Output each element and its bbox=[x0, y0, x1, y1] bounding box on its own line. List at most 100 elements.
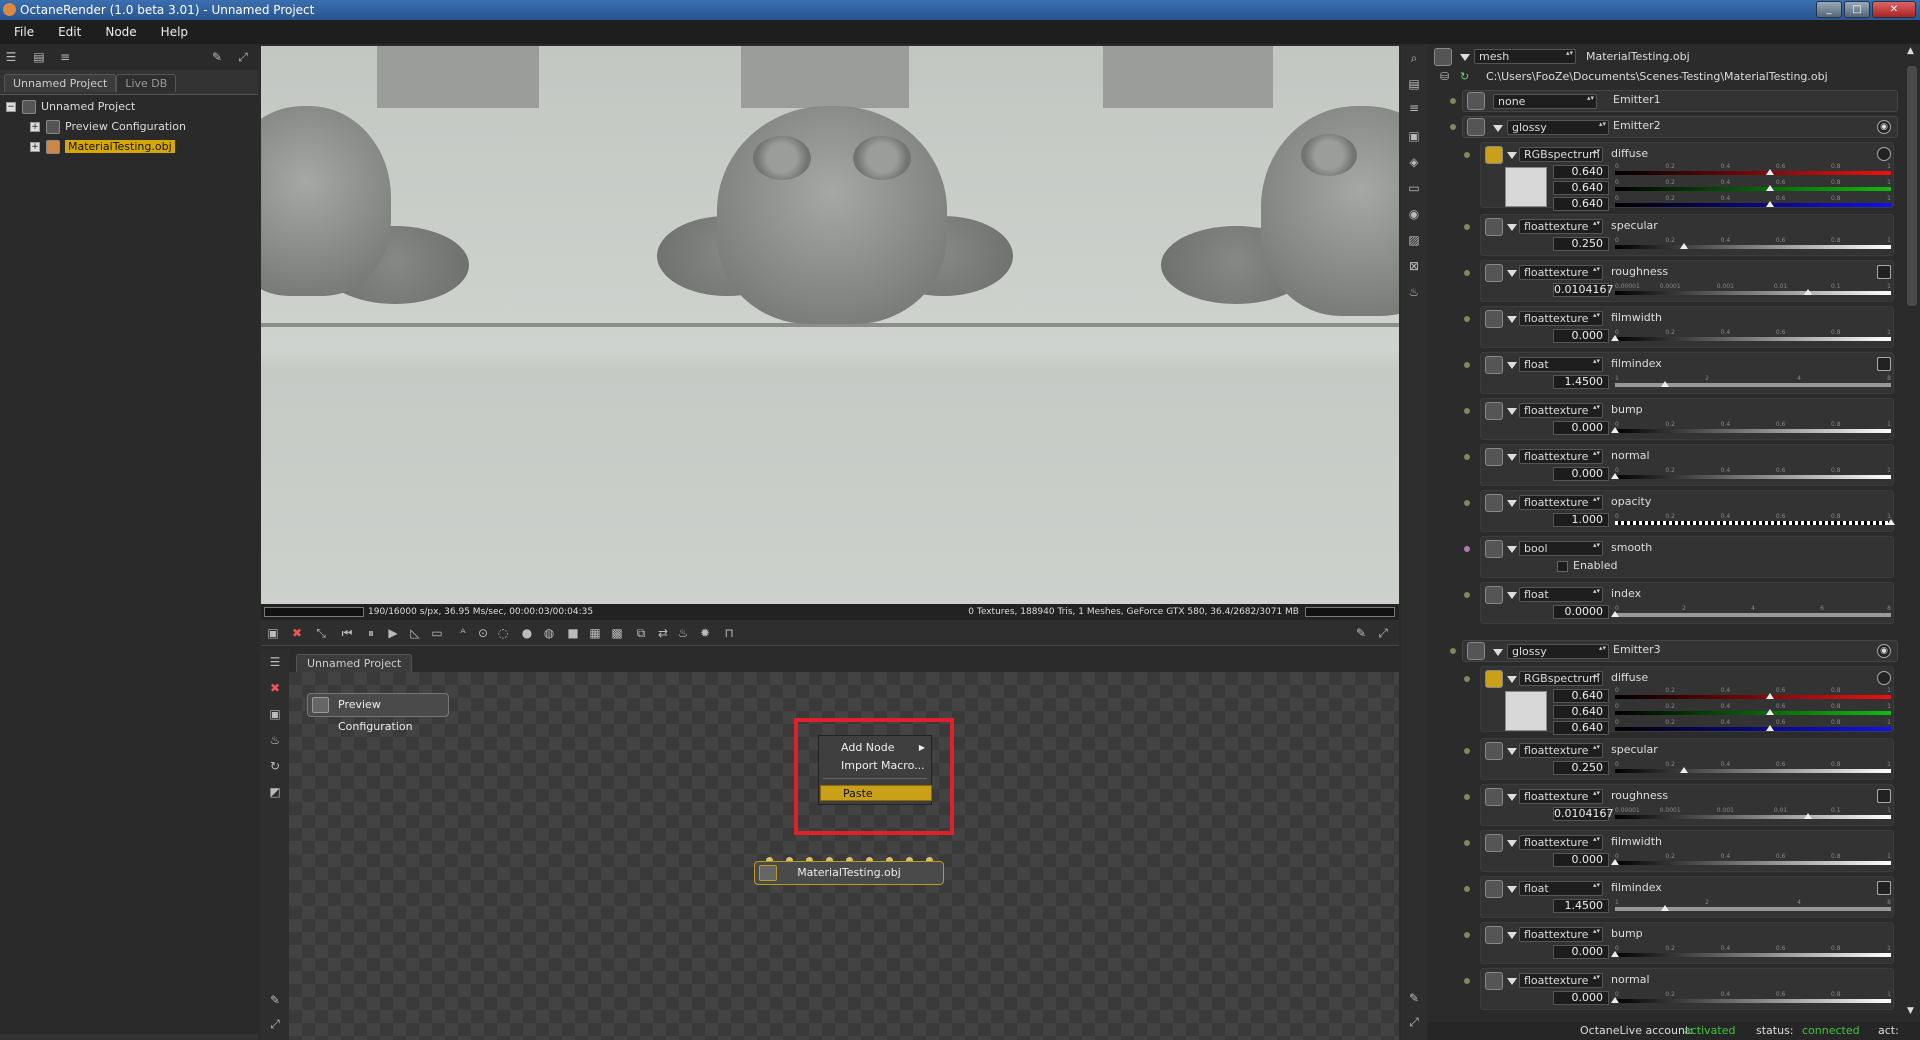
collapse-arrow-icon[interactable] bbox=[1507, 270, 1517, 277]
expand-icon[interactable]: + bbox=[30, 142, 40, 152]
bump-value[interactable]: 0.000 bbox=[1553, 421, 1609, 435]
bump-slider[interactable]: 0 0.2 0.4 0.6 0.8 1 bbox=[1611, 421, 1891, 435]
index-type-dropdown[interactable]: float bbox=[1519, 587, 1603, 602]
dof-icon[interactable]: ◌ bbox=[495, 626, 511, 640]
bump-type-dropdown[interactable]: floattexture bbox=[1519, 927, 1603, 942]
filmindex-value[interactable]: 1.4500 bbox=[1553, 899, 1609, 913]
diffuse-r-value[interactable]: 0.640 bbox=[1553, 689, 1609, 703]
node-list-icon[interactable]: ☰ bbox=[267, 654, 283, 670]
specular-slider[interactable]: 0 0.2 0.4 0.6 0.8 1 bbox=[1615, 761, 1891, 775]
collapse-arrow-icon[interactable] bbox=[1507, 546, 1517, 553]
index-value[interactable]: 0.0000 bbox=[1553, 605, 1609, 619]
filmindex-value[interactable]: 1.4500 bbox=[1553, 375, 1609, 389]
specular-slider-marker[interactable] bbox=[1680, 243, 1688, 249]
texture-icon[interactable]: ▨ bbox=[1406, 232, 1422, 248]
collapse-arrow-icon[interactable] bbox=[1507, 676, 1517, 683]
maximize-button[interactable]: □ bbox=[1844, 1, 1870, 18]
bump-value[interactable]: 0.000 bbox=[1553, 945, 1609, 959]
diffuse-g-slider[interactable]: 0 0.2 0.4 0.6 0.8 1 bbox=[1615, 703, 1891, 717]
specular-value[interactable]: 0.250 bbox=[1553, 761, 1609, 775]
emitter2-type-dropdown[interactable]: glossy bbox=[1507, 120, 1609, 135]
roughness-value[interactable]: 0.0104167 bbox=[1553, 283, 1614, 297]
collapse-arrow-icon[interactable] bbox=[1493, 649, 1503, 656]
specular-slider-marker[interactable] bbox=[1680, 767, 1688, 773]
roughness-slider[interactable]: 0.00001 0.0001 0.001 0.01 0.1 1 bbox=[1615, 283, 1891, 297]
normal-value[interactable]: 0.000 bbox=[1553, 991, 1609, 1005]
wrench-icon[interactable]: ✎ bbox=[1406, 990, 1422, 1006]
diffuse-b-value[interactable]: 0.640 bbox=[1553, 197, 1609, 211]
menu-help[interactable]: Help bbox=[161, 20, 188, 44]
layers-icon[interactable]: ▤ bbox=[1406, 76, 1422, 92]
collapse-icon[interactable]: − bbox=[6, 102, 16, 112]
filmwidth-slider[interactable]: 0 0.2 0.4 0.6 0.8 1 bbox=[1611, 853, 1891, 867]
menu-file[interactable]: File bbox=[14, 20, 34, 44]
stop-render-icon[interactable]: ✖ bbox=[289, 626, 305, 640]
normal-slider-marker[interactable] bbox=[1611, 997, 1619, 1003]
collapse-arrow-icon[interactable] bbox=[1460, 54, 1470, 61]
scrollbar-thumb[interactable] bbox=[1907, 66, 1917, 306]
curve-icon[interactable] bbox=[1877, 357, 1891, 371]
diffuse-b-slider[interactable]: 0 0.2 0.4 0.6 0.8 1 bbox=[1615, 195, 1891, 209]
filmindex-slider[interactable]: 1 2 4 8 bbox=[1615, 375, 1891, 389]
pause-icon[interactable]: ⏸ bbox=[363, 626, 379, 640]
roughness-slider[interactable]: 0.00001 0.0001 0.001 0.01 0.1 1 bbox=[1615, 807, 1891, 821]
tab-live-db[interactable]: Live DB bbox=[116, 74, 177, 92]
opacity-value[interactable]: 1.000 bbox=[1553, 513, 1609, 527]
save-render-icon[interactable]: ▣ bbox=[265, 626, 281, 640]
collapse-arrow-icon[interactable] bbox=[1507, 932, 1517, 939]
smooth-type-dropdown[interactable]: bool bbox=[1519, 541, 1603, 556]
render-viewport[interactable] bbox=[261, 46, 1399, 604]
restart-icon[interactable]: ⏮ bbox=[339, 626, 355, 640]
filmwidth-slider-marker[interactable] bbox=[1611, 335, 1619, 341]
fullscreen-icon[interactable]: ⤢ bbox=[1406, 1014, 1422, 1030]
filmwidth-type-dropdown[interactable]: floattexture bbox=[1519, 311, 1603, 326]
collapse-arrow-icon[interactable] bbox=[1507, 978, 1517, 985]
index-slider-marker[interactable] bbox=[1611, 611, 1619, 617]
filmindex-slider-marker[interactable] bbox=[1660, 905, 1669, 911]
collapse-arrow-icon[interactable] bbox=[1507, 152, 1517, 159]
scroll-up-icon[interactable]: ▲ bbox=[1907, 46, 1914, 56]
materialtesting-node[interactable]: MaterialTesting.obj bbox=[754, 861, 944, 885]
specular-value[interactable]: 0.250 bbox=[1553, 237, 1609, 251]
close-button[interactable]: ✕ bbox=[1872, 1, 1916, 18]
sphere-icon[interactable]: ● bbox=[519, 626, 535, 640]
mesh-type-dropdown[interactable]: mesh bbox=[1474, 49, 1576, 64]
outliner-layers-icon[interactable]: ▤ bbox=[32, 50, 46, 64]
diffuse-b-slider-marker[interactable] bbox=[1765, 201, 1774, 207]
graph-icon[interactable]: ◩ bbox=[267, 784, 283, 800]
menu-item-paste[interactable]: Paste bbox=[820, 785, 932, 801]
reload-icon[interactable]: ↻ bbox=[1460, 68, 1469, 86]
refresh-icon[interactable]: ↻ bbox=[267, 758, 283, 774]
collapse-arrow-icon[interactable] bbox=[1507, 454, 1517, 461]
bump-type-dropdown[interactable]: floattexture bbox=[1519, 403, 1603, 418]
collapse-arrow-icon[interactable] bbox=[1493, 125, 1503, 132]
diffuse-g-slider-marker[interactable] bbox=[1765, 709, 1774, 715]
wrench-icon[interactable]: ✎ bbox=[1353, 626, 1369, 640]
eye-icon[interactable] bbox=[1877, 671, 1891, 685]
save-icon[interactable]: ▣ bbox=[267, 706, 283, 722]
opacity-slider[interactable]: 0 0.2 0.4 0.6 0.8 1 bbox=[1615, 513, 1895, 527]
transfer-icon[interactable]: ⇄ bbox=[655, 626, 671, 640]
mix-icon[interactable]: ◈ bbox=[1406, 154, 1422, 170]
specular-slider[interactable]: 0 0.2 0.4 0.6 0.8 1 bbox=[1615, 237, 1891, 251]
diffuse-g-value[interactable]: 0.640 bbox=[1553, 181, 1609, 195]
expand-icon[interactable]: + bbox=[30, 122, 40, 132]
bump-slider-marker[interactable] bbox=[1611, 427, 1619, 433]
copy-icon[interactable]: ⧉ bbox=[633, 626, 649, 640]
diffuse-color-swatch[interactable] bbox=[1505, 691, 1547, 731]
reset-camera-icon[interactable]: ⤡ bbox=[313, 626, 329, 640]
inspector-scrollbar[interactable]: ▲ ▼ bbox=[1904, 46, 1920, 1016]
eye-icon[interactable] bbox=[1877, 147, 1891, 161]
lock-icon[interactable]: ⊓ bbox=[721, 626, 737, 640]
opacity-slider-marker[interactable] bbox=[1887, 519, 1895, 525]
menu-icon[interactable]: ≡ bbox=[1406, 100, 1422, 116]
emitter1-type-dropdown[interactable]: none bbox=[1493, 94, 1597, 109]
bump-slider-marker[interactable] bbox=[1611, 951, 1619, 957]
roughness-type-dropdown[interactable]: floattexture bbox=[1519, 789, 1603, 804]
picker-icon[interactable]: ⊙ bbox=[475, 626, 491, 640]
collapse-arrow-icon[interactable] bbox=[1507, 316, 1517, 323]
roughness-value[interactable]: 0.0104167 bbox=[1553, 807, 1614, 821]
tab-node-graph-unnamed-project[interactable]: Unnamed Project bbox=[296, 654, 413, 673]
tab-unnamed-project[interactable]: Unnamed Project bbox=[4, 74, 117, 92]
projection-icon[interactable]: ⊠ bbox=[1406, 258, 1422, 274]
